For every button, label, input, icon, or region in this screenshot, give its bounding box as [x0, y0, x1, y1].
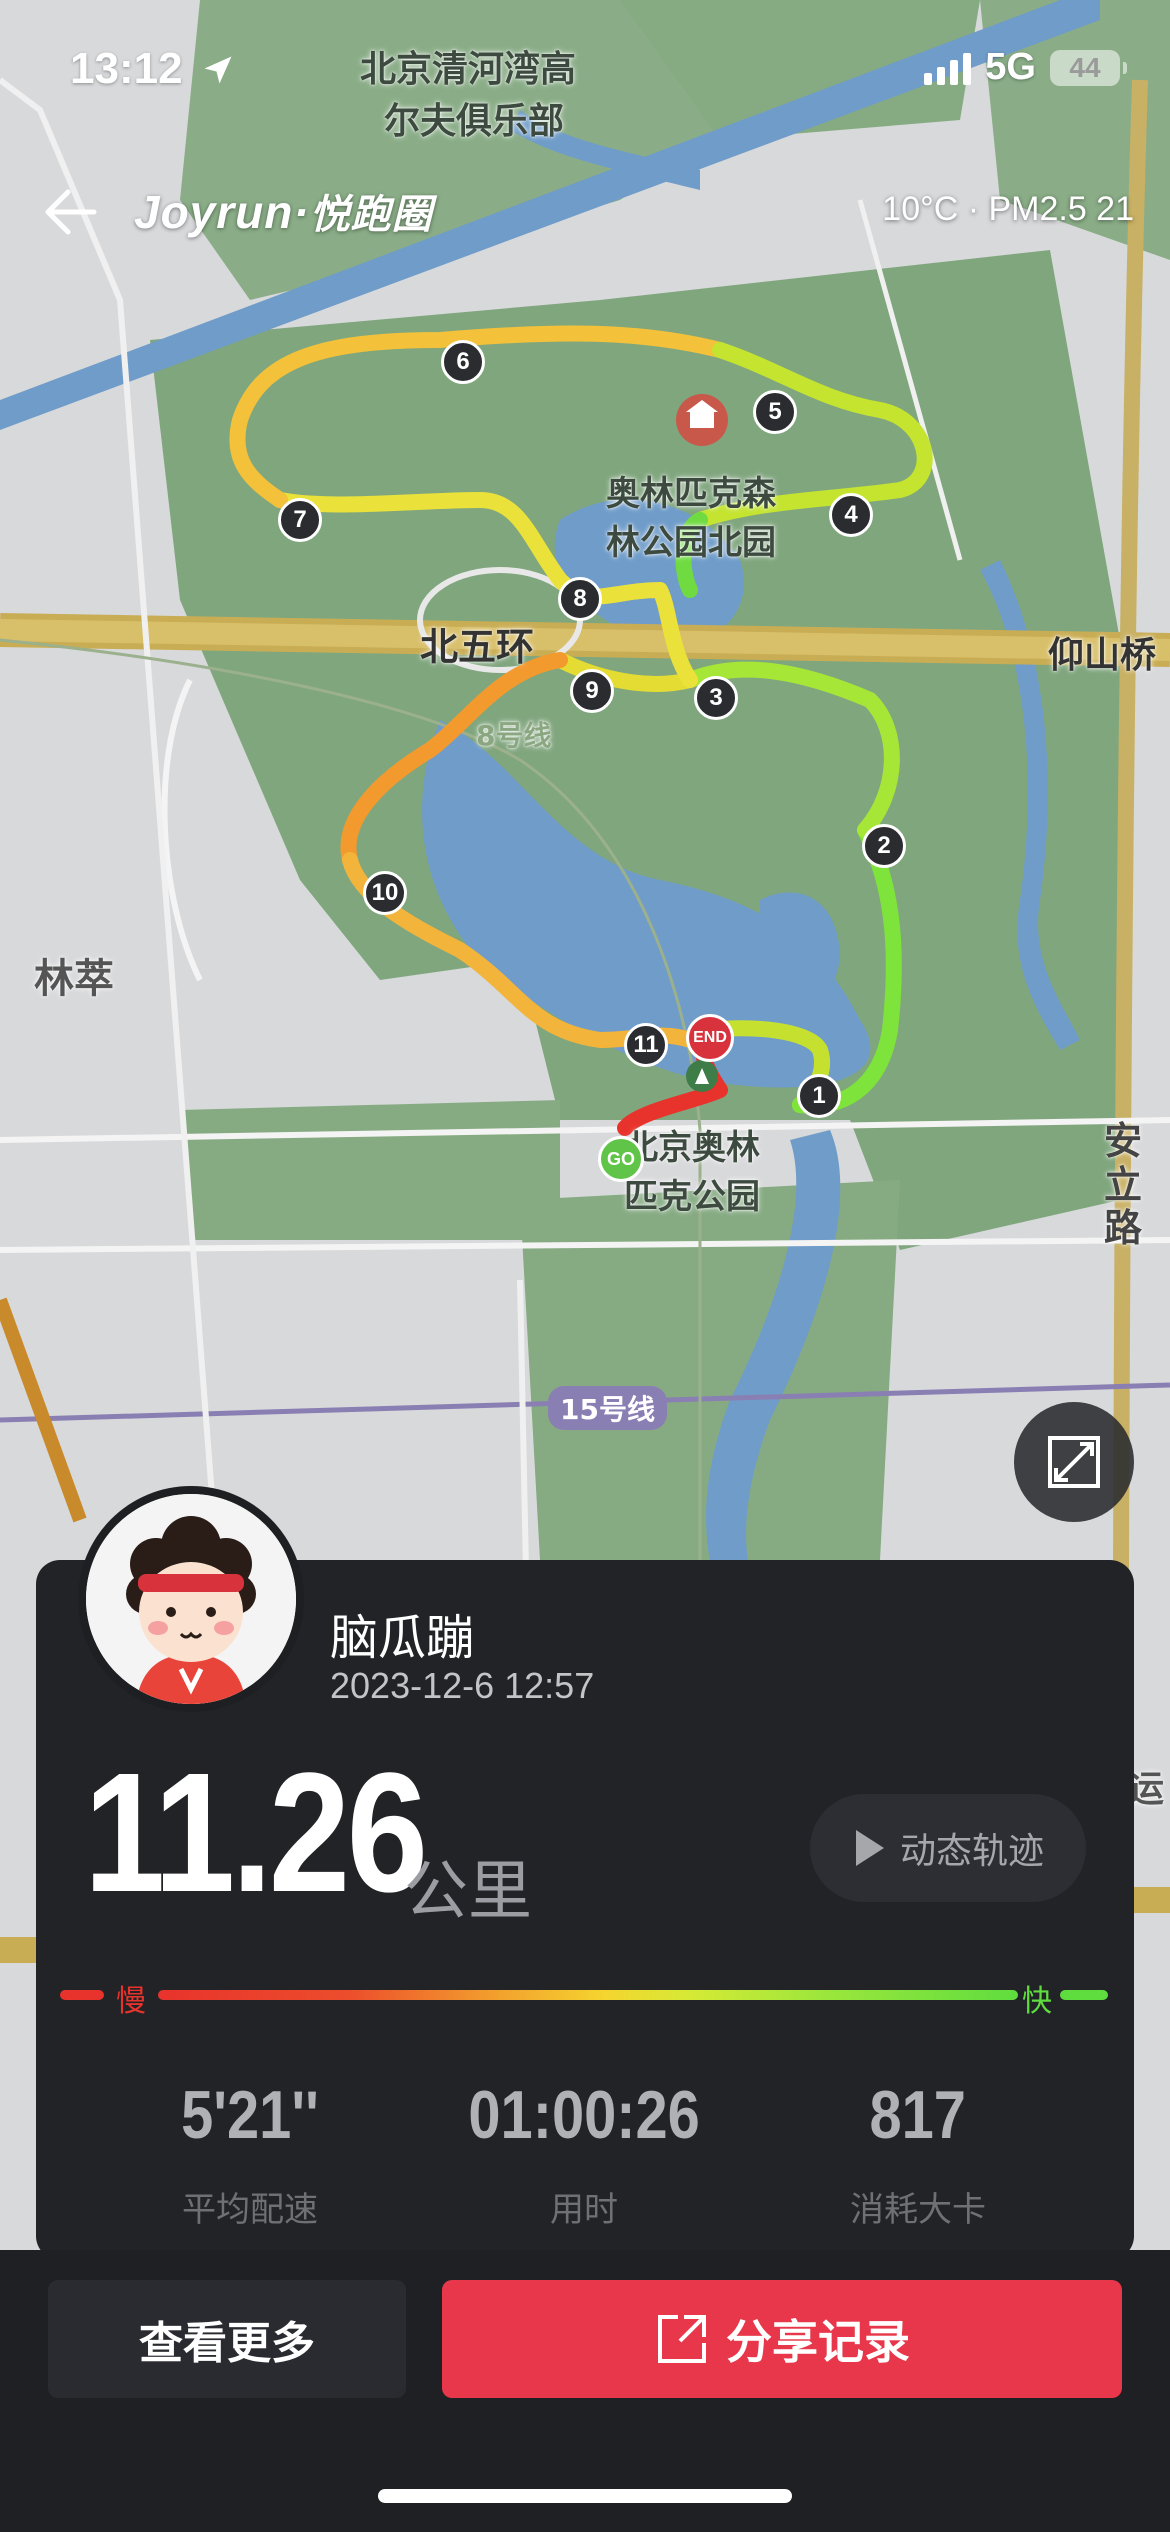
map-label-olympic-park: 北京奥林 匹克公园 [624, 1128, 760, 1217]
expand-icon [1048, 1436, 1100, 1488]
cell-signal-icon [924, 51, 972, 85]
app-brand: Joyrun·悦跑圈 [134, 186, 433, 238]
map-label-bridge: 仰山桥 [1048, 635, 1157, 676]
km-marker-1: 1 [797, 1074, 841, 1118]
km-marker-11: 11 [624, 1023, 668, 1067]
stat-duration: 01:00:26 用时 [444, 2076, 724, 2231]
speed-legend-fast-stub [1060, 1990, 1108, 2000]
dynamic-track-button[interactable]: 动态轨迹 [810, 1794, 1086, 1902]
map-label-ring-road: 北五环 [420, 625, 535, 669]
km-marker-5: 5 [753, 390, 797, 434]
km-marker-6: 6 [441, 340, 485, 384]
stat-value: 817 [869, 2077, 967, 2153]
avatar-cartoon-icon [86, 1494, 296, 1704]
speed-gradient-bar [158, 1990, 1018, 2000]
run-datetime: 2023-12-6 12:57 [330, 1665, 595, 1706]
map-label-subway-8: 8号线 [476, 719, 552, 752]
play-icon [855, 1830, 884, 1866]
map-label-anli-road: 安立路 [1104, 1119, 1143, 1251]
dynamic-track-label: 动态轨迹 [899, 1831, 1044, 1872]
share-record-button[interactable]: 分享记录 [442, 2280, 1122, 2398]
km-marker-9: 9 [570, 669, 614, 713]
stat-value: 01:00:26 [468, 2077, 700, 2153]
km-marker-7: 7 [278, 498, 322, 542]
stat-avg-pace: 5'21'' 平均配速 [110, 2076, 390, 2231]
end-marker: END [686, 1014, 734, 1062]
map-label-subway-15: 15号线 [548, 1386, 667, 1430]
park-poi-icon [676, 394, 728, 446]
km-marker-8: 8 [558, 577, 602, 621]
avatar[interactable] [78, 1486, 304, 1712]
username: 脑瓜蹦 [330, 1610, 475, 1666]
stat-value: 5'21'' [181, 2077, 319, 2153]
speed-slow-label: 慢 [116, 1984, 146, 2019]
status-time: 13:12 [70, 44, 183, 93]
speed-fast-label: 快 [1022, 1984, 1052, 2019]
home-indicator [378, 2489, 792, 2503]
network-type: 5G [985, 46, 1036, 88]
share-icon [658, 2315, 706, 2363]
km-marker-10: 10 [363, 871, 407, 915]
map-label-forest-park: 奥林匹克森 林公园北园 [606, 474, 776, 563]
stat-calories: 817 消耗大卡 [778, 2076, 1058, 2231]
weather-info: 10°C · PM2.5 21 [882, 190, 1134, 228]
km-marker-2: 2 [862, 824, 906, 868]
status-bar: 13:12 5G 44 [0, 0, 1170, 140]
speed-legend: 慢 快 [60, 1976, 1110, 2019]
map-label-district: 林萃 [34, 956, 114, 1002]
distance-unit: 公里 [404, 1855, 532, 1929]
start-marker: GO [598, 1136, 644, 1182]
share-record-label: 分享记录 [726, 2315, 910, 2369]
location-arrow-icon [204, 56, 232, 84]
km-marker-3: 3 [694, 676, 738, 720]
km-marker-4: 4 [829, 493, 873, 537]
stat-label: 平均配速 [182, 2190, 318, 2230]
speed-legend-slow-stub [60, 1990, 104, 2000]
battery-icon: 44 [1050, 49, 1127, 86]
distance-value: 11.26 [84, 1738, 428, 1928]
stat-label: 消耗大卡 [850, 2190, 986, 2230]
back-arrow-icon[interactable] [36, 176, 108, 248]
fullscreen-map-button[interactable] [1014, 1402, 1134, 1522]
stat-label: 用时 [550, 2190, 618, 2230]
view-more-button[interactable]: 查看更多 [48, 2280, 406, 2398]
